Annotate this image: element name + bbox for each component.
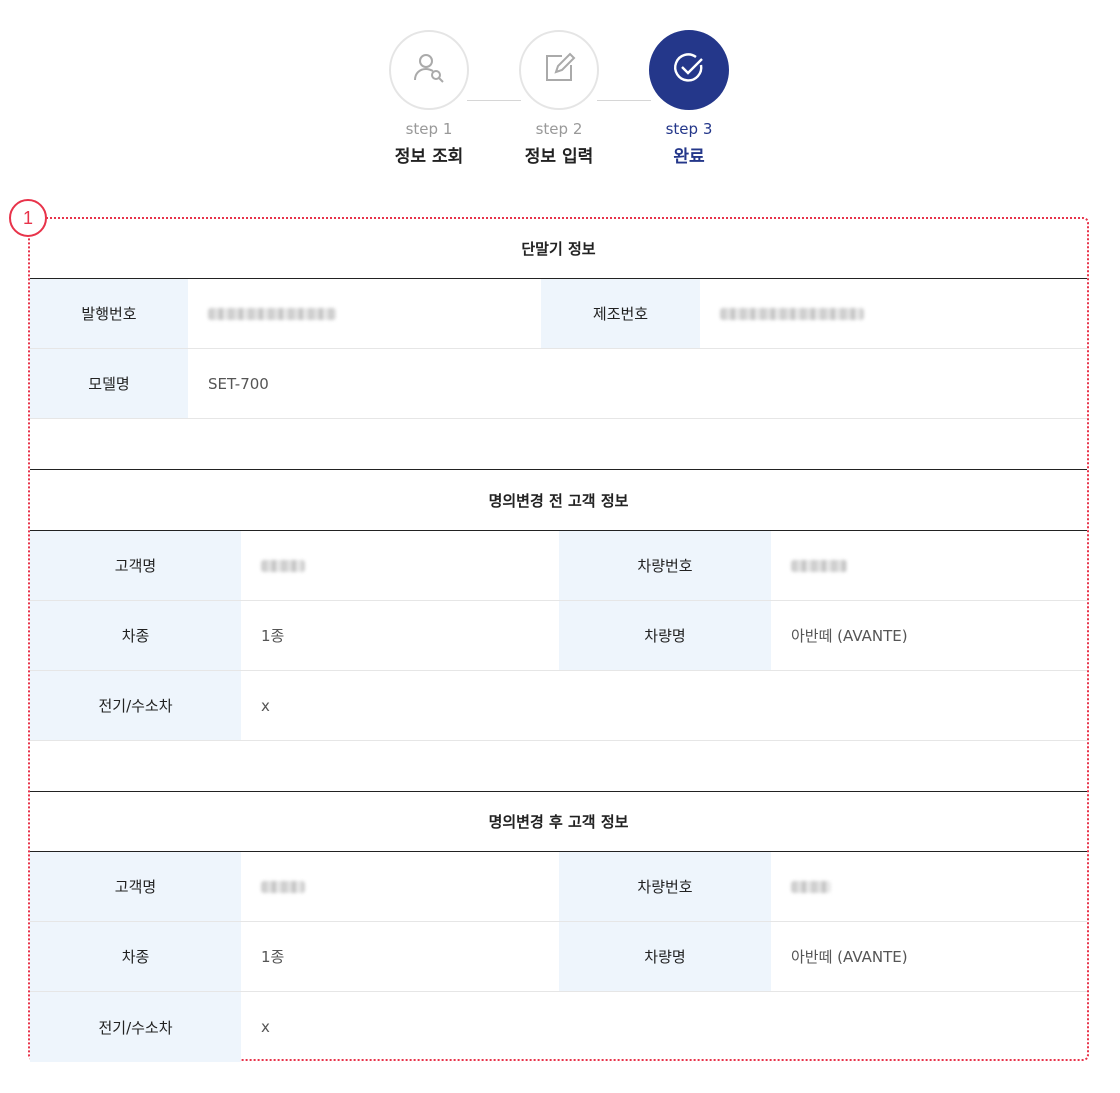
table-row: 차종 1종 차량명 아반떼 (AVANTE)	[30, 922, 1087, 992]
ev-label: 전기/수소차	[30, 992, 241, 1062]
customer-name-label: 고객명	[30, 531, 241, 600]
car-name-label: 차량명	[559, 601, 771, 670]
step-3-circle	[649, 30, 729, 110]
vehicle-class-value: 1종	[261, 627, 285, 645]
masked-value	[208, 307, 336, 320]
customer-name-label: 고객명	[30, 852, 241, 921]
vehicle-class-label: 차종	[30, 601, 241, 670]
serial-no-value	[700, 279, 1087, 348]
table-row: 차종 1종 차량명 아반떼 (AVANTE)	[30, 601, 1087, 671]
device-info-title: 단말기 정보	[30, 219, 1087, 279]
step-1: step 1 정보 조회	[369, 30, 489, 167]
step-2-label: 정보 입력	[524, 147, 594, 167]
vehicle-class-value: 1종	[261, 948, 285, 966]
car-name-value: 아반떼 (AVANTE)	[791, 627, 908, 645]
model-value: SET-700	[208, 374, 269, 393]
user-search-icon	[412, 51, 446, 89]
ev-value: x	[261, 1018, 270, 1036]
check-circle-icon	[672, 51, 706, 89]
serial-no-label: 제조번호	[541, 279, 700, 348]
masked-value	[261, 880, 305, 893]
masked-value	[791, 880, 831, 893]
issue-no-value	[188, 279, 541, 348]
issue-no-label: 발행번호	[30, 279, 188, 348]
after-customer-table: 명의변경 후 고객 정보 고객명 차량번호 차종 1종 차량명 아반떼 (AVA…	[30, 792, 1087, 1062]
customer-name-value	[241, 852, 559, 921]
model-label: 모델명	[30, 349, 188, 418]
masked-value	[261, 559, 305, 572]
table-row: 고객명 차량번호	[30, 852, 1087, 922]
progress-stepper: step 1 정보 조회 step 2 정보 입력 step 3 완료	[0, 30, 1120, 180]
table-row: 전기/수소차 x	[30, 992, 1087, 1062]
step-2-number: step 2	[535, 120, 583, 138]
car-name-value: 아반떼 (AVANTE)	[791, 948, 908, 966]
device-info-table: 단말기 정보 발행번호 제조번호 모델명 SET-700	[30, 219, 1087, 470]
ev-label: 전기/수소차	[30, 671, 241, 740]
masked-value	[791, 559, 847, 572]
plate-value	[771, 531, 1087, 600]
table-row: 고객명 차량번호	[30, 531, 1087, 601]
step-3-label: 완료	[673, 147, 705, 167]
step-3: step 3 완료	[629, 30, 749, 167]
section-spacer	[30, 419, 1087, 470]
step-2: step 2 정보 입력	[499, 30, 619, 167]
plate-value	[771, 852, 1087, 921]
edit-icon	[542, 51, 576, 89]
step-1-label: 정보 조회	[394, 147, 464, 167]
step-1-circle	[389, 30, 469, 110]
table-row: 발행번호 제조번호	[30, 279, 1087, 349]
vehicle-class-label: 차종	[30, 922, 241, 991]
before-customer-table: 명의변경 전 고객 정보 고객명 차량번호 차종 1종 차량명 아반떼 (AVA…	[30, 471, 1087, 792]
after-info-title: 명의변경 후 고객 정보	[30, 792, 1087, 852]
masked-value	[720, 307, 864, 320]
section-spacer	[30, 741, 1087, 792]
car-name-label: 차량명	[559, 922, 771, 991]
step-3-number: step 3	[665, 120, 713, 138]
plate-label: 차량번호	[559, 531, 771, 600]
before-info-title: 명의변경 전 고객 정보	[30, 471, 1087, 531]
ev-value: x	[261, 696, 270, 715]
step-2-circle	[519, 30, 599, 110]
table-row: 모델명 SET-700	[30, 349, 1087, 419]
plate-label: 차량번호	[559, 852, 771, 921]
table-row: 전기/수소차 x	[30, 671, 1087, 741]
customer-name-value	[241, 531, 559, 600]
step-1-number: step 1	[405, 120, 453, 138]
